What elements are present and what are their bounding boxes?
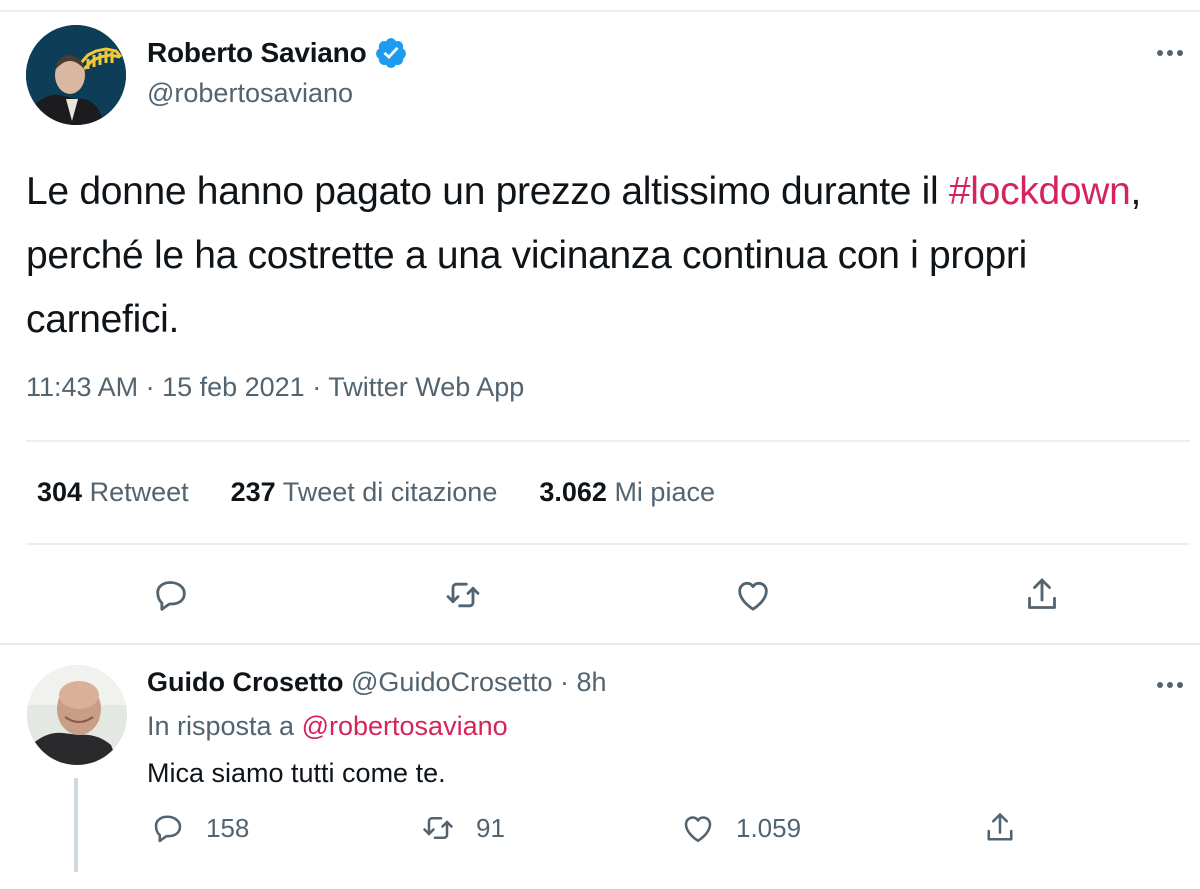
quotes-label: Tweet di citazione (282, 477, 498, 507)
tweet-separator (0, 643, 1200, 645)
reply-text: Mica siamo tutti come te. (147, 758, 446, 788)
reply-icon[interactable] (148, 572, 194, 618)
author-avatar-image (26, 25, 126, 125)
likes-stat[interactable]: 3.062 Mi piace (539, 477, 715, 508)
reply-author-handle[interactable]: @GuidoCrosetto (351, 667, 553, 697)
reply-avatar-image (27, 665, 127, 765)
likes-label: Mi piace (614, 477, 715, 507)
divider (26, 440, 1190, 442)
retweet-icon (423, 816, 453, 840)
reply-replies-count: 158 (206, 812, 250, 843)
author-avatar[interactable] (26, 25, 126, 125)
like-icon (684, 816, 712, 843)
reply-retweets-count: 91 (476, 812, 505, 843)
tweet-text: Le donne hanno pagato un prezzo altissim… (26, 160, 1176, 352)
reply-share-button[interactable] (982, 810, 1018, 846)
verified-badge-icon (374, 36, 408, 70)
in-reply-to-mention[interactable]: @robertosaviano (302, 711, 508, 741)
reply-reply-button[interactable]: 158 (150, 810, 249, 846)
author-handle[interactable]: @robertosaviano (147, 78, 353, 109)
in-reply-to-label: In risposta a (147, 711, 295, 741)
thread-connector-line (74, 778, 78, 872)
reply-author-avatar[interactable] (27, 665, 127, 765)
reply-retweet-button[interactable]: 91 (420, 810, 505, 846)
reply-time[interactable]: · 8h (560, 667, 607, 697)
reply-author-name[interactable]: Guido Crosetto (147, 667, 344, 697)
share-icon[interactable] (1019, 572, 1065, 618)
quotes-count: 237 (230, 477, 276, 507)
tweet-text-before: Le donne hanno pagato un prezzo altissim… (26, 170, 949, 213)
retweet-icon[interactable] (440, 572, 486, 618)
reply-icon (154, 815, 182, 843)
like-icon[interactable] (730, 572, 776, 618)
top-divider (0, 10, 1200, 12)
reply-likes-count: 1.059 (736, 812, 802, 843)
tweet-timestamp-source[interactable]: 11:43 AM · 15 feb 2021 · Twitter Web App (26, 372, 524, 403)
retweets-stat[interactable]: 304 Retweet (37, 477, 189, 508)
reply-header: Guido Crosetto @GuidoCrosetto · 8h (147, 667, 607, 698)
in-reply-to: In risposta a @robertosaviano (147, 711, 508, 742)
engagement-stats: 304 Retweet 237 Tweet di citazione 3.062… (37, 477, 715, 508)
author-name[interactable]: Roberto Saviano (147, 37, 367, 69)
retweets-count: 304 (37, 477, 83, 507)
reply-like-button[interactable]: 1.059 (680, 810, 801, 846)
quotes-stat[interactable]: 237 Tweet di citazione (231, 477, 498, 508)
hashtag-link[interactable]: #lockdown (949, 170, 1131, 213)
retweets-label: Retweet (89, 477, 189, 507)
more-options-icon[interactable] (1150, 38, 1190, 68)
reply-more-options-icon[interactable] (1150, 670, 1190, 700)
divider (26, 543, 1190, 545)
author-name-row: Roberto Saviano (147, 36, 408, 70)
likes-count: 3.062 (539, 477, 607, 507)
share-icon (987, 813, 1013, 841)
